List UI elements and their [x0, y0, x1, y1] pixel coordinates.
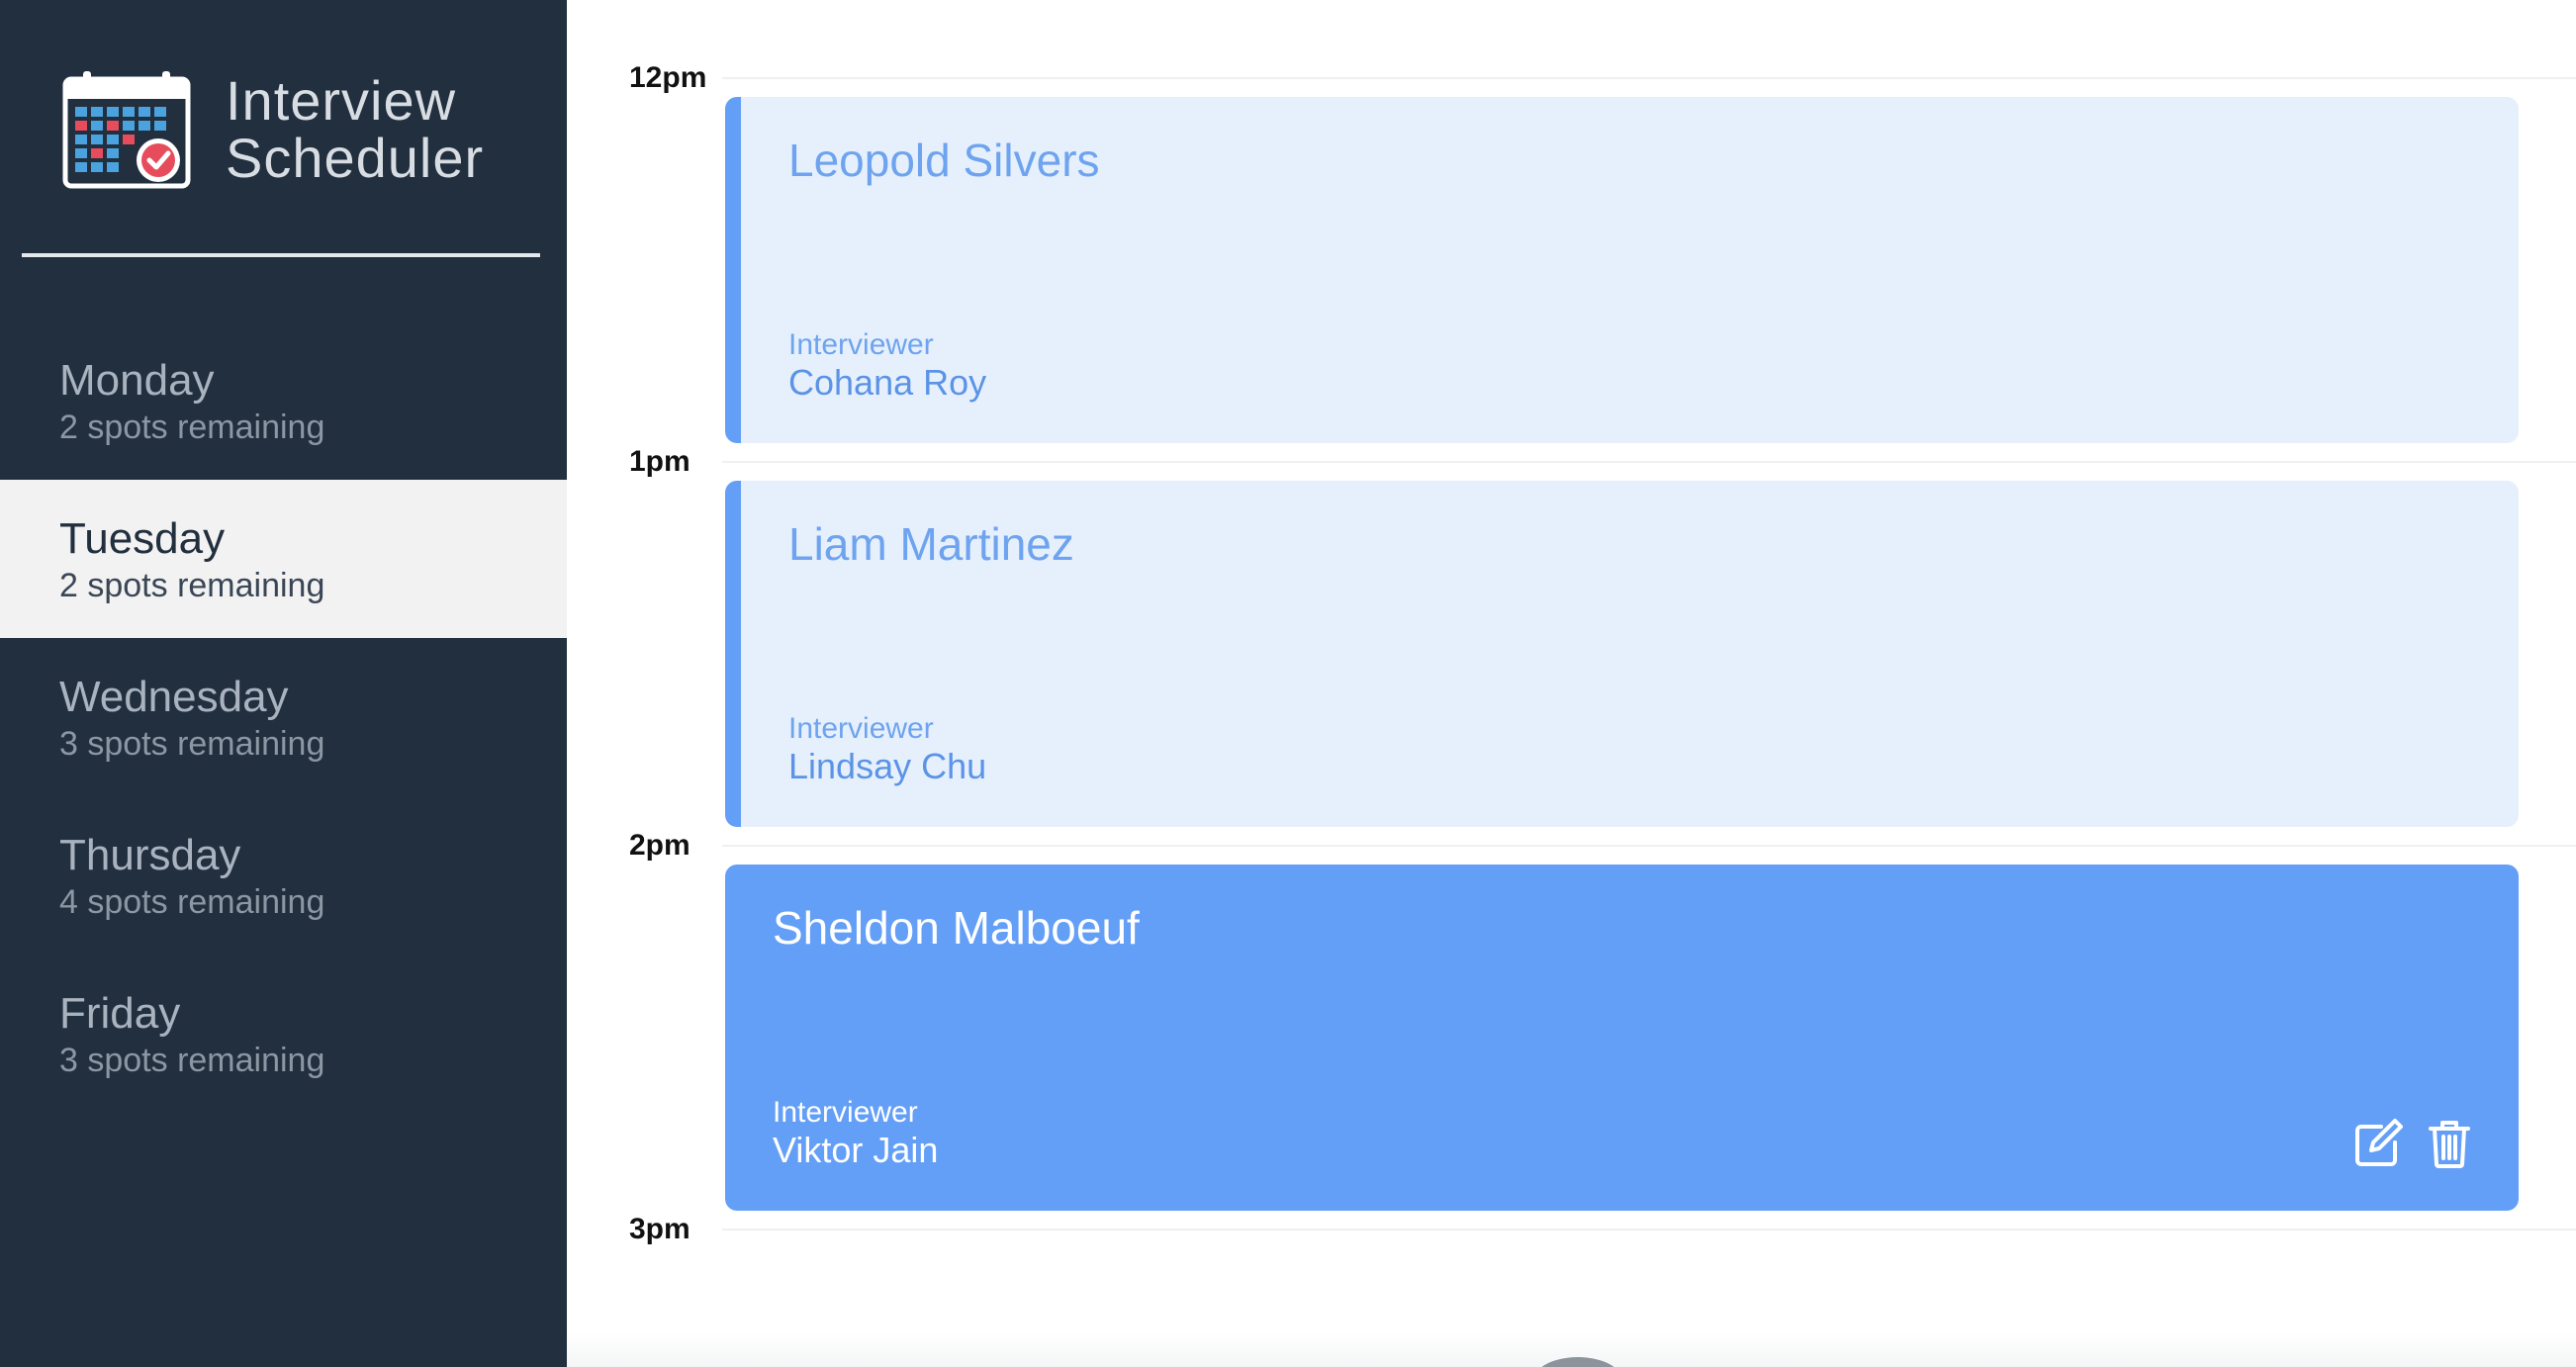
interviewer-name: Viktor Jain: [773, 1130, 939, 1170]
appointment-card-hovered[interactable]: Sheldon Malboeuf Interviewer Viktor Jain: [725, 865, 2519, 1211]
edit-icon: [2355, 1119, 2403, 1166]
day-item-friday[interactable]: Friday 3 spots remaining: [0, 955, 567, 1113]
day-name: Tuesday: [59, 514, 226, 563]
day-spots: 3 spots remaining: [59, 725, 325, 763]
day-name: Monday: [59, 356, 215, 405]
time-divider: [722, 1229, 2576, 1230]
time-label-12pm: 12pm: [629, 61, 707, 94]
day-name: Thursday: [59, 831, 241, 879]
appointment-card[interactable]: Liam Martinez Interviewer Lindsay Chu: [725, 481, 2519, 827]
day-item-thursday[interactable]: Thursday 4 spots remaining: [0, 796, 567, 955]
sidebar-divider: [22, 253, 540, 257]
day-item-wednesday[interactable]: Wednesday 3 spots remaining: [0, 638, 567, 796]
time-divider: [722, 77, 2576, 79]
day-spots: 2 spots remaining: [59, 409, 325, 446]
day-item-monday[interactable]: Monday 2 spots remaining: [0, 321, 567, 480]
calendar-check-icon: [62, 71, 191, 189]
day-spots: 4 spots remaining: [59, 883, 325, 921]
appointment-card[interactable]: Leopold Silvers Interviewer Cohana Roy: [725, 97, 2519, 443]
app-title: Interview Scheduler: [226, 72, 484, 187]
delete-button[interactable]: [2422, 1116, 2477, 1171]
schedule: 12pm Leopold Silvers Interviewer Cohana …: [567, 0, 2576, 1367]
sidebar: Interview Scheduler Monday 2 spots remai…: [0, 0, 567, 1367]
interviewer-label: Interviewer: [788, 712, 934, 745]
app-title-line2: Scheduler: [226, 127, 485, 189]
time-divider: [722, 845, 2576, 847]
appointment-actions: [2350, 1116, 2477, 1171]
interviewer-label: Interviewer: [773, 1096, 918, 1129]
day-name: Wednesday: [59, 673, 289, 721]
day-name: Friday: [59, 989, 181, 1038]
interviewer-name: Cohana Roy: [788, 362, 987, 403]
day-list: Monday 2 spots remaining Tuesday 2 spots…: [0, 321, 567, 1113]
day-spots: 3 spots remaining: [59, 1042, 325, 1079]
time-label-2pm: 2pm: [629, 829, 690, 862]
day-spots: 2 spots remaining: [59, 567, 325, 604]
student-name: Sheldon Malboeuf: [773, 902, 1140, 954]
student-name: Leopold Silvers: [788, 135, 1100, 186]
interviewer-name: Lindsay Chu: [788, 746, 987, 786]
brand: Interview Scheduler: [61, 69, 484, 190]
time-label-1pm: 1pm: [629, 445, 690, 478]
interviewer-label: Interviewer: [788, 328, 934, 361]
time-divider: [722, 461, 2576, 463]
edit-button[interactable]: [2350, 1116, 2406, 1171]
day-item-tuesday[interactable]: Tuesday 2 spots remaining: [0, 480, 567, 638]
student-name: Liam Martinez: [788, 518, 1074, 570]
app-title-line1: Interview: [226, 69, 457, 132]
time-label-3pm: 3pm: [629, 1213, 690, 1245]
trash-icon: [2429, 1121, 2470, 1168]
app-root: Interview Scheduler Monday 2 spots remai…: [0, 0, 2576, 1367]
